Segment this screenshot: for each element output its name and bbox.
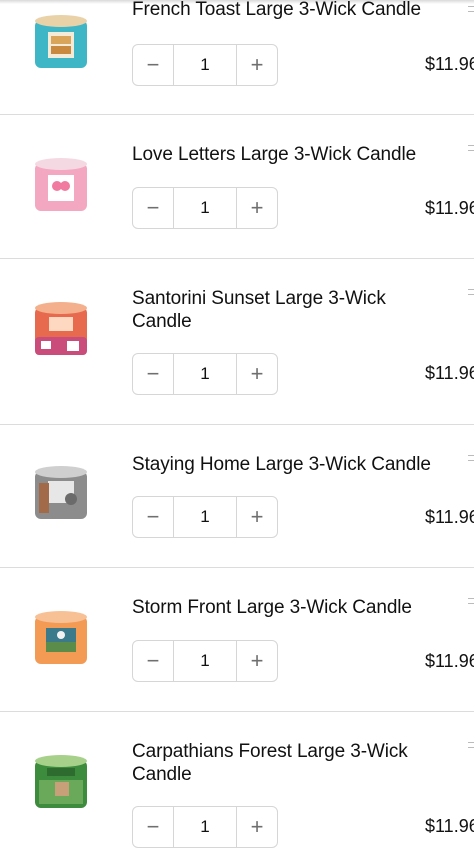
cart-item-staying-home: Staying Home Large 3-Wick Candle − 1 + $… — [0, 425, 474, 568]
quantity-value[interactable]: 1 — [173, 641, 237, 681]
remove-icon[interactable] — [468, 742, 474, 748]
quantity-value[interactable]: 1 — [173, 497, 237, 537]
item-title[interactable]: Carpathians Forest Large 3-Wick Candle — [132, 740, 432, 786]
decrement-button[interactable]: − — [133, 45, 173, 85]
item-price: $11.96 — [425, 651, 474, 671]
quantity-stepper[interactable]: − 1 + — [132, 496, 278, 538]
item-price: $11.96 — [425, 198, 474, 218]
increment-button[interactable]: + — [237, 807, 277, 847]
cart-item-french-toast: French Toast Large 3-Wick Candle − 1 + $… — [0, 0, 474, 115]
increment-button[interactable]: + — [237, 45, 277, 85]
decrement-button[interactable]: − — [133, 641, 173, 681]
quantity-value[interactable]: 1 — [173, 354, 237, 394]
item-title[interactable]: Storm Front Large 3-Wick Candle — [132, 596, 452, 619]
cart-item-santorini-sunset: Santorini Sunset Large 3-Wick Candle − 1… — [0, 259, 474, 425]
remove-icon[interactable] — [468, 145, 474, 151]
item-price: $11.96 — [425, 54, 474, 74]
love-letters-candle-image[interactable] — [31, 155, 91, 215]
increment-button[interactable]: + — [237, 641, 277, 681]
quantity-stepper[interactable]: − 1 + — [132, 806, 278, 848]
increment-button[interactable]: + — [237, 188, 277, 228]
cart-item-love-letters: Love Letters Large 3-Wick Candle − 1 + $… — [0, 115, 474, 259]
staying-home-candle-image[interactable] — [31, 463, 91, 523]
item-title[interactable]: Santorini Sunset Large 3-Wick Candle — [132, 287, 432, 333]
quantity-stepper[interactable]: − 1 + — [132, 187, 278, 229]
decrement-button[interactable]: − — [133, 354, 173, 394]
quantity-value[interactable]: 1 — [173, 45, 237, 85]
item-title[interactable]: Love Letters Large 3-Wick Candle — [132, 143, 452, 166]
item-price: $11.96 — [425, 816, 474, 836]
carpathians-forest-candle-image[interactable] — [31, 752, 91, 812]
decrement-button[interactable]: − — [133, 497, 173, 537]
cart-item-carpathians-forest: Carpathians Forest Large 3-Wick Candle −… — [0, 712, 474, 860]
quantity-stepper[interactable]: − 1 + — [132, 353, 278, 395]
increment-button[interactable]: + — [237, 354, 277, 394]
remove-icon[interactable] — [468, 289, 474, 295]
decrement-button[interactable]: − — [133, 188, 173, 228]
quantity-value[interactable]: 1 — [173, 188, 237, 228]
quantity-stepper[interactable]: − 1 + — [132, 44, 278, 86]
item-price: $11.96 — [425, 363, 474, 383]
remove-icon[interactable] — [468, 598, 474, 604]
french-toast-candle-image[interactable] — [31, 12, 91, 72]
storm-front-candle-image[interactable] — [31, 608, 91, 668]
quantity-value[interactable]: 1 — [173, 807, 237, 847]
remove-icon[interactable] — [468, 6, 474, 12]
decrement-button[interactable]: − — [133, 807, 173, 847]
item-price: $11.96 — [425, 507, 474, 527]
santorini-sunset-candle-image[interactable] — [31, 299, 91, 359]
increment-button[interactable]: + — [237, 497, 277, 537]
item-title[interactable]: Staying Home Large 3-Wick Candle — [132, 453, 452, 476]
item-title[interactable]: French Toast Large 3-Wick Candle — [132, 0, 452, 21]
quantity-stepper[interactable]: − 1 + — [132, 640, 278, 682]
cart-item-storm-front: Storm Front Large 3-Wick Candle − 1 + $1… — [0, 568, 474, 712]
remove-icon[interactable] — [468, 455, 474, 461]
